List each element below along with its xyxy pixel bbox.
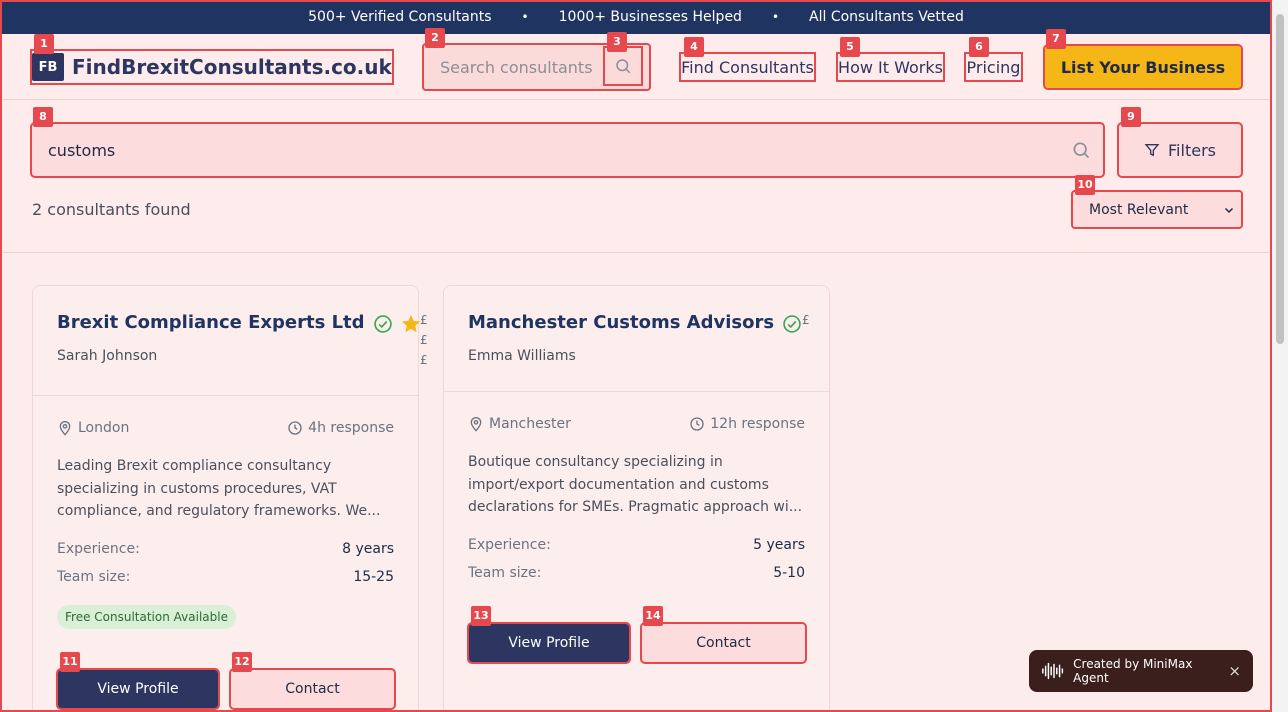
- annotation-badge: 3: [607, 32, 627, 52]
- logo-mark: FB: [32, 53, 64, 81]
- experience-label: Experience:: [468, 537, 551, 553]
- free-consultation-badge: Free Consultation Available: [57, 605, 236, 629]
- card-header: [444, 286, 829, 392]
- header-search-button[interactable]: [603, 46, 643, 86]
- logo-text: FindBrexitConsultants.co.uk: [72, 55, 392, 79]
- team-size-label: Team size:: [468, 565, 542, 581]
- price-level: £ £ £: [420, 313, 428, 367]
- map-pin-icon: [59, 421, 71, 436]
- star-icon: [401, 314, 421, 333]
- chevron-down-icon: [1224, 207, 1234, 213]
- team-size-row: Team size: 15-25: [57, 569, 394, 585]
- annotation-badge: 10: [1075, 175, 1095, 195]
- annotation-badge: 14: [643, 606, 663, 626]
- nav-how-it-works[interactable]: How It Works: [836, 52, 945, 82]
- annotation-badge: 5: [840, 37, 860, 57]
- stat-vetted: All Consultants Vetted: [809, 9, 964, 25]
- sort-select[interactable]: Most Relevant: [1071, 190, 1243, 229]
- view-profile-button[interactable]: View Profile: [56, 668, 220, 710]
- experience-row: Experience: 5 years: [468, 537, 805, 553]
- consultant-description: Leading Brexit compliance consultancy sp…: [57, 458, 381, 519]
- main-search: [30, 122, 1105, 178]
- card-header: [33, 286, 418, 396]
- contact-button[interactable]: Contact: [229, 668, 396, 710]
- location: Manchester: [468, 416, 571, 432]
- annotation-badge: 2: [425, 28, 445, 48]
- contact-button[interactable]: Contact: [640, 622, 807, 664]
- experience-label: Experience:: [57, 541, 140, 557]
- consultant-person: Emma Williams: [468, 348, 576, 364]
- consultant-person: Sarah Johnson: [57, 348, 158, 364]
- response-text: 12h response: [710, 416, 805, 432]
- clock-icon: [288, 421, 302, 435]
- verified-icon: [783, 315, 801, 333]
- response-time: 12h response: [689, 416, 805, 432]
- team-size-value: 15-25: [353, 569, 394, 585]
- main-search-input[interactable]: [48, 134, 1048, 166]
- annotation-badge: 11: [60, 652, 80, 672]
- search-icon: [1073, 142, 1090, 159]
- filters-button[interactable]: Filters: [1117, 122, 1243, 178]
- experience-row: Experience: 8 years: [57, 541, 394, 557]
- site-logo[interactable]: FB FindBrexitConsultants.co.uk: [30, 49, 394, 85]
- consultant-card: Manchester Customs Advisors £ Emma Willi…: [443, 285, 830, 712]
- sort-selected: Most Relevant: [1089, 201, 1189, 218]
- location: London: [57, 420, 129, 436]
- page-scrollbar[interactable]: [1272, 0, 1288, 712]
- stat-consultants: 500+ Verified Consultants: [308, 9, 492, 25]
- stats-banner: 500+ Verified Consultants • 1000+ Busine…: [0, 0, 1272, 34]
- location-text: Manchester: [489, 416, 571, 432]
- verified-icon: [374, 315, 392, 333]
- annotation-badge: 7: [1046, 29, 1066, 49]
- header-search-input[interactable]: [428, 51, 604, 83]
- annotation-badge: 1: [34, 34, 54, 54]
- experience-value: 5 years: [753, 537, 805, 553]
- consultant-name: Brexit Compliance Experts Ltd: [57, 312, 365, 333]
- nav-pricing[interactable]: Pricing: [964, 52, 1023, 82]
- view-profile-button[interactable]: View Profile: [467, 622, 631, 664]
- team-size-label: Team size:: [57, 569, 131, 585]
- result-count: 2 consultants found: [32, 200, 191, 219]
- stat-businesses: 1000+ Businesses Helped: [558, 9, 742, 25]
- site-header: FB FindBrexitConsultants.co.uk Find Cons…: [0, 34, 1272, 100]
- experience-value: 8 years: [342, 541, 394, 557]
- price-level: £: [802, 313, 810, 327]
- list-your-business-button[interactable]: List Your Business: [1043, 44, 1243, 90]
- consultant-description: Boutique consultancy specializing in imp…: [468, 454, 803, 515]
- filter-icon: [1144, 144, 1160, 157]
- consultant-name: Manchester Customs Advisors: [468, 312, 775, 333]
- annotation-badge: 13: [471, 606, 491, 626]
- separator-dot: •: [771, 10, 780, 24]
- filters-label: Filters: [1168, 140, 1216, 160]
- team-size-value: 5-10: [773, 565, 805, 581]
- results-grid: Brexit Compliance Experts Ltd £ £ £ Sara…: [0, 253, 1272, 712]
- location-text: London: [78, 420, 130, 436]
- team-size-row: Team size: 5-10: [468, 565, 805, 581]
- annotation-badge: 8: [33, 107, 53, 127]
- scrollbar-thumb[interactable]: [1276, 14, 1284, 344]
- annotation-badge: 6: [969, 37, 989, 57]
- nav-find-consultants[interactable]: Find Consultants: [679, 52, 816, 82]
- clock-icon: [690, 417, 704, 431]
- close-icon[interactable]: ×: [1228, 662, 1241, 680]
- annotation-badge: 9: [1121, 107, 1141, 127]
- separator-dot: •: [521, 10, 529, 24]
- response-time: 4h response: [287, 420, 394, 436]
- search-icon: [616, 59, 631, 74]
- waveform-icon: [1042, 662, 1064, 680]
- response-text: 4h response: [308, 420, 394, 436]
- map-pin-icon: [470, 417, 482, 432]
- card-meta: London 4h response: [57, 420, 394, 436]
- toast-text: Created by MiniMax Agent: [1073, 657, 1193, 685]
- annotation-badge: 12: [232, 652, 252, 672]
- consultant-card: Brexit Compliance Experts Ltd £ £ £ Sara…: [32, 285, 428, 712]
- annotation-badge: 4: [684, 37, 704, 57]
- minimax-toast: Created by MiniMax Agent ×: [1029, 650, 1253, 692]
- card-meta: Manchester 12h response: [468, 416, 805, 432]
